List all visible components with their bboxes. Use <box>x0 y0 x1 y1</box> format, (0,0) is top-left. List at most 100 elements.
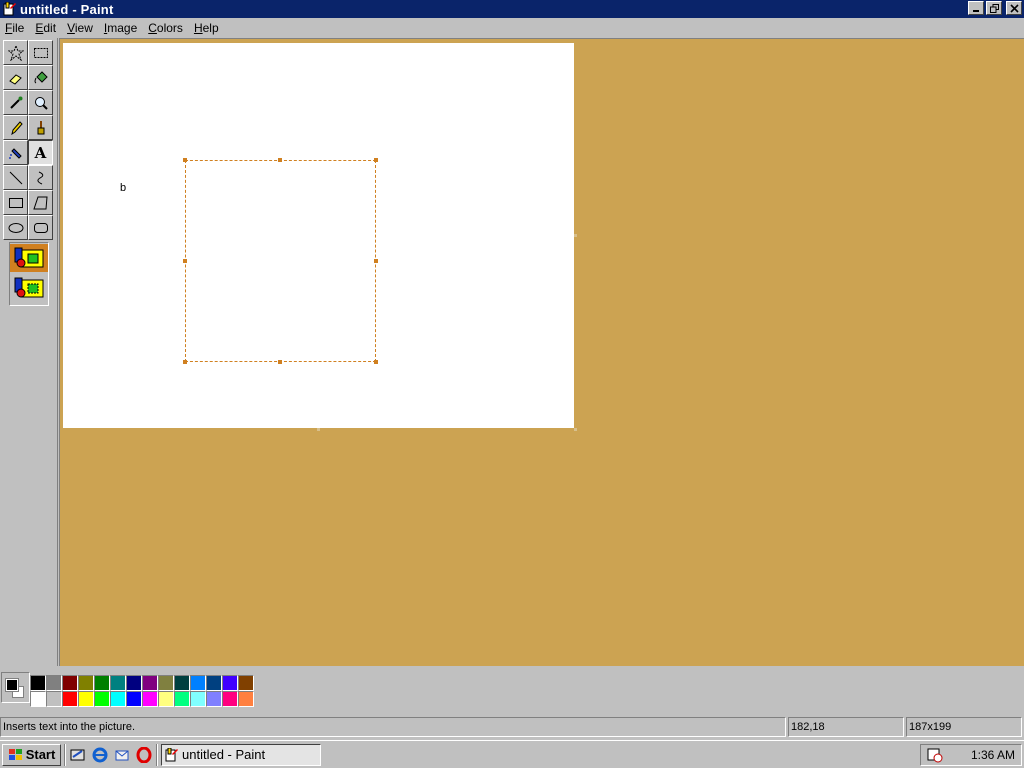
color-swatch[interactable] <box>238 675 254 691</box>
tool-polygon[interactable] <box>28 190 53 215</box>
resize-handle[interactable] <box>374 259 378 263</box>
close-button[interactable] <box>1006 1 1022 15</box>
color-swatch[interactable] <box>142 691 158 707</box>
transparent-text-icon <box>14 277 44 298</box>
transparent-background-option[interactable] <box>10 274 48 302</box>
color-swatch[interactable] <box>190 675 206 691</box>
color-swatch[interactable] <box>30 691 46 707</box>
color-swatch[interactable] <box>30 675 46 691</box>
color-palette <box>0 668 1024 714</box>
resize-handle[interactable] <box>183 259 187 263</box>
foreground-color <box>5 678 19 692</box>
resize-handle[interactable] <box>278 158 282 162</box>
color-swatch[interactable] <box>46 691 62 707</box>
color-swatch[interactable] <box>238 691 254 707</box>
paint-app-icon[interactable] <box>2 1 18 17</box>
canvas-workspace[interactable]: b <box>59 38 1024 666</box>
color-swatch[interactable] <box>110 675 126 691</box>
canvas-resize-handle-corner[interactable] <box>574 428 577 431</box>
tool-rectangle[interactable] <box>3 190 28 215</box>
canvas-text: b <box>120 182 127 194</box>
color-swatch[interactable] <box>94 675 110 691</box>
window-title: untitled - Paint <box>20 1 114 17</box>
tool-brush[interactable] <box>28 115 53 140</box>
tool-free-form-select[interactable] <box>3 40 28 65</box>
tool-magnifier[interactable] <box>28 90 53 115</box>
resize-handle[interactable] <box>183 158 187 162</box>
show-desktop-icon[interactable] <box>69 746 87 764</box>
tool-rounded-rectangle[interactable] <box>28 215 53 240</box>
menu-edit[interactable]: Edit <box>30 21 62 35</box>
color-swatch[interactable] <box>158 675 174 691</box>
color-swatch[interactable] <box>174 691 190 707</box>
color-swatch[interactable] <box>206 691 222 707</box>
pencil-icon <box>10 120 23 135</box>
color-swatch[interactable] <box>78 675 94 691</box>
outlook-icon[interactable] <box>113 746 131 764</box>
tool-pick-color[interactable] <box>3 90 28 115</box>
color-swatch[interactable] <box>142 675 158 691</box>
color-swatch[interactable] <box>62 691 78 707</box>
current-colors <box>1 672 30 703</box>
color-swatch[interactable] <box>78 691 94 707</box>
color-swatch[interactable] <box>222 675 238 691</box>
tool-curve[interactable] <box>28 165 53 190</box>
tool-ellipse[interactable] <box>3 215 28 240</box>
tool-eraser[interactable] <box>3 65 28 90</box>
ie-icon[interactable] <box>91 746 109 764</box>
minimize-button[interactable] <box>968 1 984 15</box>
resize-handle[interactable] <box>374 360 378 364</box>
resize-handle[interactable] <box>183 360 187 364</box>
taskbar-separator <box>156 743 158 766</box>
color-swatch[interactable] <box>158 691 174 707</box>
opaque-background-option[interactable] <box>10 244 48 272</box>
color-swatch[interactable] <box>174 675 190 691</box>
color-swatch[interactable] <box>110 691 126 707</box>
taskbar-separator <box>64 743 66 766</box>
drawing-canvas[interactable]: b <box>63 43 574 428</box>
color-swatch[interactable] <box>46 675 62 691</box>
color-swatch[interactable] <box>190 691 206 707</box>
ellipse-icon <box>8 222 23 233</box>
start-button[interactable]: Start <box>2 743 61 766</box>
title-bar[interactable]: untitled - Paint <box>0 0 1024 18</box>
canvas-resize-handle-right[interactable] <box>574 234 577 237</box>
color-swatch[interactable] <box>206 675 222 691</box>
color-swatch[interactable] <box>126 691 142 707</box>
tool-select[interactable] <box>28 40 53 65</box>
menu-help[interactable]: Help <box>189 21 225 35</box>
quick-launch <box>69 746 153 764</box>
fill-bucket-icon <box>34 70 48 83</box>
close-icon <box>1009 3 1019 13</box>
airbrush-icon <box>8 147 22 159</box>
color-swatch[interactable] <box>222 691 238 707</box>
menu-image[interactable]: Image <box>99 21 143 35</box>
clock[interactable]: 1:36 AM <box>971 748 1015 762</box>
rect-select-icon <box>33 47 48 58</box>
menu-colors[interactable]: Colors <box>143 21 189 35</box>
text-box-selection[interactable] <box>183 158 378 364</box>
taskbar-paint-label: untitled - Paint <box>182 747 266 762</box>
color-swatch[interactable] <box>62 675 78 691</box>
restore-button[interactable] <box>986 1 1002 15</box>
menu-file[interactable]: File <box>0 21 30 35</box>
color-swatch[interactable] <box>94 691 110 707</box>
tool-options <box>9 242 49 306</box>
opera-icon[interactable] <box>135 746 153 764</box>
toolbox: A <box>0 38 58 666</box>
status-message: Inserts text into the picture. <box>0 717 786 737</box>
tool-text[interactable]: A <box>28 140 53 165</box>
scheduler-icon[interactable] <box>927 747 943 763</box>
line-icon <box>9 171 22 184</box>
menu-bar: File Edit View Image Colors Help <box>0 18 1024 38</box>
tool-pencil[interactable] <box>3 115 28 140</box>
menu-view[interactable]: View <box>62 21 99 35</box>
canvas-resize-handle-bottom[interactable] <box>317 428 320 431</box>
tool-airbrush[interactable] <box>3 140 28 165</box>
taskbar-paint-button[interactable]: untitled - Paint <box>161 743 321 766</box>
tool-line[interactable] <box>3 165 28 190</box>
resize-handle[interactable] <box>278 360 282 364</box>
resize-handle[interactable] <box>374 158 378 162</box>
tool-fill[interactable] <box>28 65 53 90</box>
color-swatch[interactable] <box>126 675 142 691</box>
